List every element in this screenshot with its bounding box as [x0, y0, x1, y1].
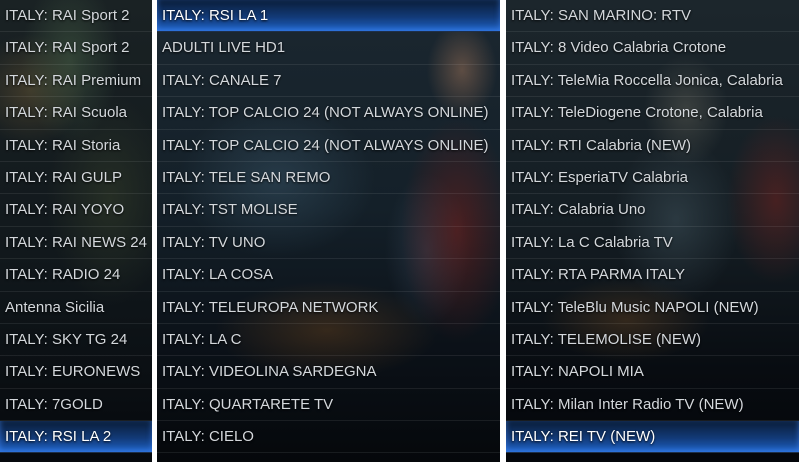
channel-list: ITALY: RAI Sport 2 ITALY: RAI Sport 2 ITAL… [0, 0, 152, 454]
channel-item[interactable]: ITALY: TELEUROPA NETWORK [157, 292, 500, 324]
channel-item[interactable]: ITALY: RAI Sport 2 [0, 32, 152, 65]
channel-item[interactable]: ITALY: 8 Video Calabria Crotone [506, 32, 799, 65]
channel-item[interactable]: ITALY: RADIO 24 [0, 259, 152, 292]
channel-item[interactable]: ITALY: RAI YOYO [0, 194, 152, 227]
channel-item[interactable]: Antenna Sicilia [0, 292, 152, 324]
channel-item[interactable]: ITALY: VIDEOLINA SARDEGNA [157, 356, 500, 389]
channel-list: ITALY: RSI LA 1 ADULTI LIVE HD1 ITALY: CAN… [157, 0, 500, 454]
channel-item[interactable]: ITALY: RAI Storia [0, 130, 152, 162]
channel-item[interactable]: ITALY: TOP CALCIO 24 (NOT ALWAYS ONLINE) [157, 97, 500, 130]
channel-item[interactable]: ITALY: CANALE 7 [157, 65, 500, 98]
channel-item-selected[interactable]: ITALY: REI TV (NEW) [506, 421, 799, 454]
channel-item[interactable]: ITALY: SAN MARINO: RTV [506, 0, 799, 33]
channel-item[interactable]: ITALY: RTA PARMA ITALY [506, 259, 799, 292]
channel-item[interactable]: ITALY: RAI Sport 2 [0, 0, 152, 33]
channel-item[interactable]: ITALY: TeleBlu Music NAPOLI (NEW) [506, 292, 799, 324]
channel-item[interactable]: ITALY: QUARTARETE TV [157, 389, 500, 422]
channel-item[interactable]: ITALY: EURONEWS [0, 356, 152, 389]
channel-item[interactable]: ITALY: TST MOLISE [157, 194, 500, 227]
channel-item[interactable]: ITALY: RAI Premium [0, 65, 152, 98]
channel-item[interactable]: ITALY: RAI Scuola [0, 97, 152, 130]
channel-panel-center: ITALY: RSI LA 1 ADULTI LIVE HD1 ITALY: CAN… [157, 0, 500, 462]
channel-panel-left: ITALY: RAI Sport 2 ITALY: RAI Sport 2 ITAL… [0, 0, 152, 462]
channel-item[interactable]: ITALY: NAPOLI MIA [506, 356, 799, 389]
channel-item[interactable]: ITALY: RAI GULP [0, 162, 152, 195]
channel-item[interactable]: ITALY: RTI Calabria (NEW) [506, 130, 799, 162]
channel-item[interactable]: ITALY: LA C [157, 324, 500, 357]
channel-item-selected[interactable]: ITALY: RSI LA 2 [0, 421, 152, 454]
channel-item[interactable]: ITALY: TELE SAN REMO [157, 162, 500, 195]
channel-item[interactable]: ITALY: LA COSA [157, 259, 500, 292]
channel-item[interactable]: ITALY: TeleDiogene Crotone, Calabria [506, 97, 799, 130]
channel-item[interactable]: ITALY: TeleMia Roccella Jonica, Calabria [506, 65, 799, 98]
channel-item[interactable]: ITALY: TV UNO [157, 227, 500, 260]
channel-panel-right: ITALY: SAN MARINO: RTV ITALY: 8 Video Cal… [506, 0, 799, 462]
channel-item[interactable]: ITALY: Calabria Uno [506, 194, 799, 227]
channel-item[interactable]: ADULTI LIVE HD1 [157, 32, 500, 65]
channel-item[interactable]: ITALY: SKY TG 24 [0, 324, 152, 357]
channel-list-screen: ITALY: RAI Sport 2 ITALY: RAI Sport 2 ITAL… [0, 0, 799, 462]
channel-item[interactable]: ITALY: RAI NEWS 24 [0, 227, 152, 260]
channel-item[interactable]: ITALY: EsperiaTV Calabria [506, 162, 799, 195]
channel-list: ITALY: SAN MARINO: RTV ITALY: 8 Video Cal… [506, 0, 799, 454]
channel-item[interactable]: ITALY: TOP CALCIO 24 (NOT ALWAYS ONLINE) [157, 130, 500, 162]
channel-item[interactable]: ITALY: 7GOLD [0, 389, 152, 422]
channel-item[interactable]: ITALY: Milan Inter Radio TV (NEW) [506, 389, 799, 422]
channel-item[interactable]: ITALY: CIELO [157, 421, 500, 454]
channel-item[interactable]: ITALY: La C Calabria TV [506, 227, 799, 260]
channel-item[interactable]: ITALY: TELEMOLISE (NEW) [506, 324, 799, 357]
channel-item-selected[interactable]: ITALY: RSI LA 1 [157, 0, 500, 33]
